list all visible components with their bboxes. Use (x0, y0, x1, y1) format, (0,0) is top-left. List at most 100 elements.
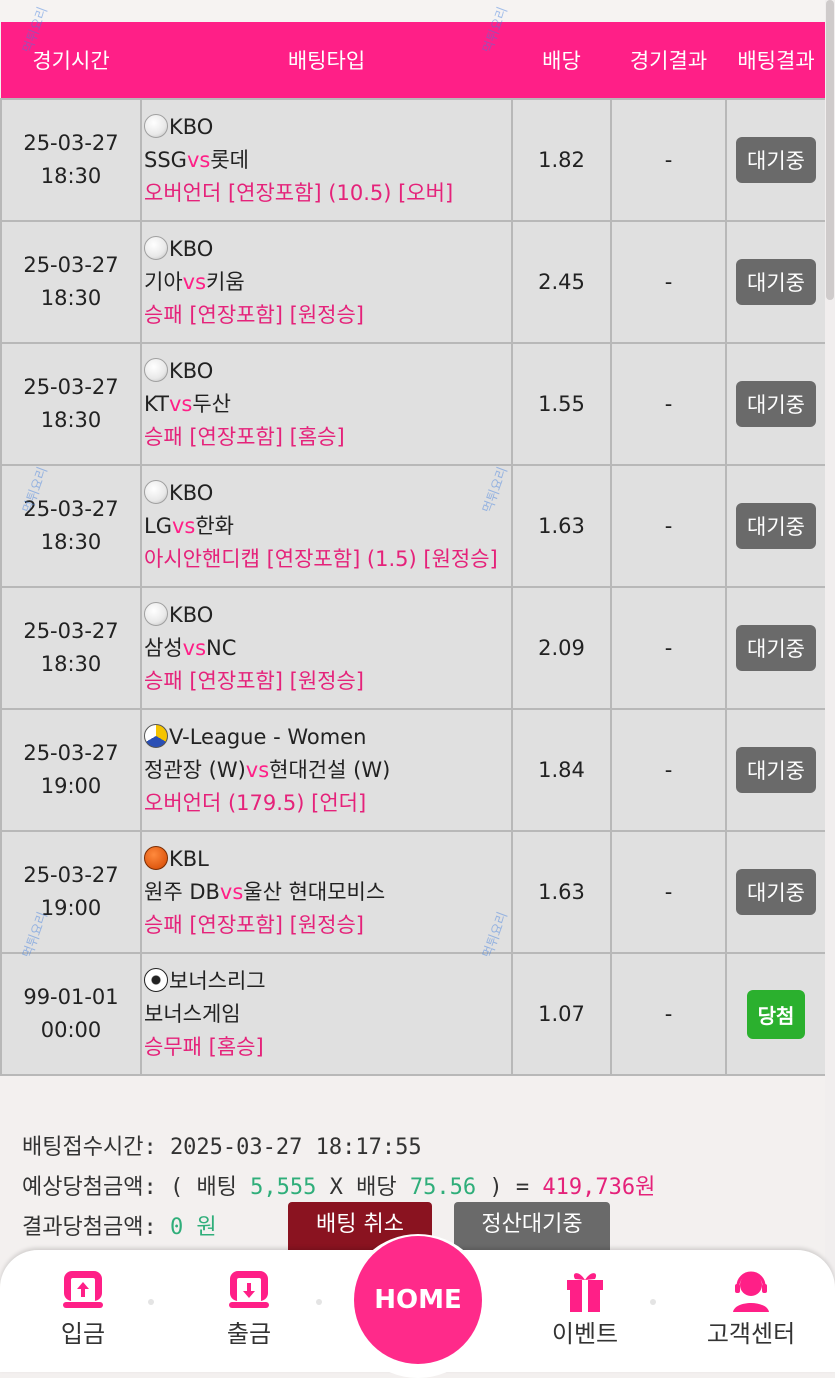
baseball-icon (144, 113, 168, 138)
game-clock: 18:30 (40, 164, 102, 188)
away-team: 두산 (192, 391, 231, 416)
bet-result-cell: 대기중 (725, 220, 827, 344)
nav-deposit-label: 입금 (60, 1320, 106, 1348)
equals-sign: = (515, 1175, 530, 1200)
game-clock: 18:30 (40, 530, 102, 554)
vs-label: vs (168, 391, 193, 416)
baseball-icon (144, 479, 168, 504)
nav-withdraw[interactable]: 출금 (194, 1250, 304, 1372)
away-team: NC (206, 635, 237, 660)
top-strip (0, 0, 825, 22)
league-name: KBO (169, 480, 214, 505)
matchup-line: LGvs한화 (144, 510, 511, 543)
vs-label: vs (171, 513, 196, 538)
league-name: KBL (169, 846, 209, 871)
settle-pending-button[interactable]: 정산대기중 (454, 1202, 610, 1250)
nav-support-label: 고객센터 (706, 1320, 796, 1348)
away-team: 키움 (206, 269, 245, 294)
table-row: 25-03-27 18:30 KBO 기아vs키움 승패 [연장포함] [원정승… (0, 220, 827, 344)
home-team: 원주 DB (144, 879, 220, 904)
bet-label: 배팅 (196, 1175, 237, 1200)
league-line: KBO (144, 111, 511, 144)
home-team: 보너스게임 (144, 1001, 241, 1026)
game-date: 25-03-27 (23, 375, 119, 399)
bet-pick: 오버언더 [연장포함] (10.5) [오버] (144, 180, 454, 205)
league-name: 보너스리그 (169, 968, 266, 993)
bet-pending-button[interactable]: 대기중 (736, 869, 816, 915)
vs-label: vs (182, 635, 207, 660)
vs-label: vs (182, 269, 207, 294)
table-row: 99-01-01 00:00 보너스리그 보너스게임 승무패 [홈승] 1.07… (0, 952, 827, 1076)
close-paren: ) (489, 1175, 503, 1200)
game-date: 25-03-27 (23, 619, 119, 643)
bet-type-cell: KBO SSGvs롯데 오버언더 [연장포함] (10.5) [오버] (140, 98, 513, 222)
headset-support-icon (729, 1268, 773, 1318)
bet-pick: 승무패 [홈승] (144, 1034, 264, 1059)
bet-result-cell: 대기중 (725, 586, 827, 710)
nav-divider-dot (650, 1299, 656, 1305)
total-odds: 75.56 (409, 1175, 477, 1200)
home-team: LG (144, 513, 172, 538)
scrollbar-track[interactable] (825, 0, 835, 1372)
bet-pending-button[interactable]: 대기중 (736, 259, 816, 305)
scrollbar-thumb[interactable] (826, 0, 834, 300)
game-date: 25-03-27 (23, 131, 119, 155)
table-row: 25-03-27 18:30 KBO SSGvs롯데 오버언더 [연장포함] (… (0, 98, 827, 222)
home-team: 삼성 (144, 635, 183, 660)
odds-cell: 2.09 (511, 586, 612, 710)
game-time-cell: 25-03-27 18:30 (0, 98, 142, 222)
home-team: SSG (144, 147, 187, 172)
nav-deposit[interactable]: 입금 (28, 1250, 138, 1372)
bet-type-cell: KBO LGvs한화 아시안핸디캡 [연장포함] (1.5) [원정승] (140, 464, 513, 588)
open-paren: ( (169, 1175, 184, 1200)
baseball-icon (144, 357, 168, 382)
bet-pick: 승패 [연장포함] [원정승] (144, 668, 365, 693)
header-game-result: 경기결과 (611, 22, 726, 99)
away-team: 한화 (195, 513, 234, 538)
accept-time-line: 배팅접수시간: 2025-03-27 18:17:55 (22, 1128, 655, 1168)
game-time-cell: 99-01-01 00:00 (0, 952, 142, 1076)
game-clock: 18:30 (40, 408, 102, 432)
table-row: 25-03-27 19:00 V-League - Women 정관장 (W)v… (0, 708, 827, 832)
league-line: KBO (144, 233, 511, 266)
home-team: KT (144, 391, 169, 416)
game-time-cell: 25-03-27 18:30 (0, 220, 142, 344)
matchup-line: 정관장 (W)vs현대건설 (W) (144, 754, 511, 787)
odds-label: 배당 (356, 1175, 397, 1200)
bet-pick: 승패 [연장포함] [원정승] (144, 912, 365, 937)
league-name: V-League - Women (169, 724, 367, 749)
baseball-icon (144, 235, 168, 260)
bet-pending-button[interactable]: 대기중 (736, 381, 816, 427)
nav-event[interactable]: 이벤트 (530, 1250, 640, 1372)
table-header: 경기시간 배팅타입 배당 경기결과 배팅결과 (1, 22, 826, 99)
nav-support[interactable]: 고객센터 (696, 1250, 806, 1372)
bet-pick: 승패 [연장포함] [홈승] (144, 424, 345, 449)
header-bet-type: 배팅타입 (141, 22, 512, 99)
table-row: 25-03-27 18:30 KBO LGvs한화 아시안핸디캡 [연장포함] … (0, 464, 827, 588)
table-row: 25-03-27 18:30 KBO 삼성vsNC 승패 [연장포함] [원정승… (0, 586, 827, 710)
bet-pending-button[interactable]: 대기중 (736, 747, 816, 793)
game-time-cell: 25-03-27 18:30 (0, 586, 142, 710)
game-clock: 19:00 (40, 774, 102, 798)
nav-event-label: 이벤트 (551, 1320, 619, 1348)
league-name: KBO (169, 602, 214, 627)
game-clock: 18:30 (40, 652, 102, 676)
bet-pending-button[interactable]: 대기중 (736, 503, 816, 549)
matchup-line: 기아vs키움 (144, 266, 511, 299)
bet-result-cell: 대기중 (725, 98, 827, 222)
bet-result-cell: 대기중 (725, 830, 827, 954)
bet-won-badge[interactable]: 당첨 (746, 989, 806, 1039)
bet-type-cell: V-League - Women 정관장 (W)vs현대건설 (W) 오버언더 … (140, 708, 513, 832)
soccer-ball-icon (144, 967, 168, 992)
league-name: KBO (169, 358, 214, 383)
league-line: KBL (144, 843, 511, 876)
bet-type-cell: KBO 기아vs키움 승패 [연장포함] [원정승] (140, 220, 513, 344)
home-button[interactable]: HOME (354, 1236, 482, 1364)
game-result-cell: - (610, 952, 727, 1076)
bet-pending-button[interactable]: 대기중 (736, 137, 816, 183)
matchup-line: 보너스게임 (144, 998, 511, 1031)
bet-pending-button[interactable]: 대기중 (736, 625, 816, 671)
withdraw-icon (227, 1268, 271, 1314)
bet-result-cell: 대기중 (725, 708, 827, 832)
matchup-line: 원주 DBvs울산 현대모비스 (144, 876, 511, 909)
